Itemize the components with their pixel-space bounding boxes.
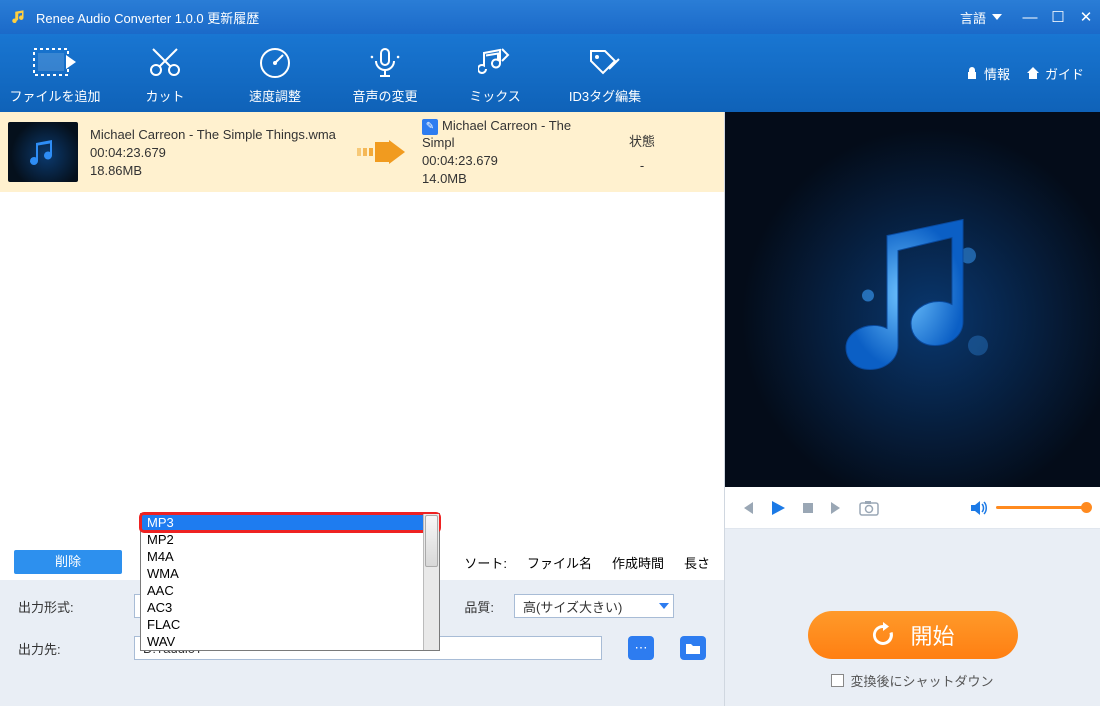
cut-button[interactable]: カット <box>110 42 220 105</box>
format-option-mp3[interactable]: MP3 <box>141 514 439 531</box>
toolbar: ファイルを追加 カット 速度調整 音声の変更 ミックス ID3タグ編集 情報 ガ… <box>0 34 1100 112</box>
format-option-wav[interactable]: WAV <box>141 633 439 650</box>
sort-by-created[interactable]: 作成時間 <box>612 553 664 572</box>
start-button[interactable]: 開始 <box>808 611 1018 659</box>
prev-button[interactable] <box>739 500 755 516</box>
sort-by-name[interactable]: ファイル名 <box>527 553 592 572</box>
quality-value: 高(サイズ大きい) <box>523 597 622 616</box>
state-column: 状態 - <box>602 131 682 173</box>
snapshot-button[interactable] <box>859 500 879 516</box>
dest-info: ✎Michael Carreon - The Simpl 00:04:23.67… <box>422 118 602 186</box>
file-thumbnail <box>8 122 78 182</box>
state-value: - <box>602 158 682 173</box>
gauge-icon <box>257 45 293 79</box>
left-pane: Michael Carreon - The Simple Things.wma … <box>0 112 725 706</box>
maximize-button[interactable]: ☐ <box>1044 8 1072 26</box>
guide-link[interactable]: ガイド <box>1026 64 1084 83</box>
more-button[interactable]: ⋯ <box>628 636 654 660</box>
format-dropdown-list[interactable]: MP3 MP2 M4A WMA AAC AC3 FLAC WAV <box>140 513 440 651</box>
speaker-icon <box>970 500 988 516</box>
chevron-down-icon <box>992 14 1002 20</box>
source-size: 18.86MB <box>90 163 350 178</box>
volume-slider[interactable] <box>996 506 1086 509</box>
dest-filename: Michael Carreon - The Simpl <box>422 118 571 150</box>
close-button[interactable]: ✕ <box>1072 8 1100 26</box>
source-info: Michael Carreon - The Simple Things.wma … <box>90 127 350 178</box>
sort-label: ソート: <box>464 553 507 572</box>
format-option-aac[interactable]: AAC <box>141 582 439 599</box>
home-icon <box>1026 66 1040 80</box>
format-option-ac3[interactable]: AC3 <box>141 599 439 616</box>
dest-size: 14.0MB <box>422 171 602 186</box>
sort-by-length[interactable]: 長さ <box>684 553 710 572</box>
output-format-label: 出力形式: <box>18 597 114 616</box>
checkbox-icon <box>831 674 844 687</box>
player-controls <box>725 487 1100 529</box>
quality-combo[interactable]: 高(サイズ大きい) <box>514 594 674 618</box>
source-filename: Michael Carreon - The Simple Things.wma <box>90 127 350 142</box>
dest-duration: 00:04:23.679 <box>422 153 602 168</box>
refresh-icon <box>870 622 896 648</box>
format-option-flac[interactable]: FLAC <box>141 616 439 633</box>
edit-icon[interactable]: ✎ <box>422 119 438 135</box>
mix-icon <box>478 45 512 79</box>
right-pane: 開始 変換後にシャットダウン <box>725 112 1100 706</box>
next-button[interactable] <box>829 500 845 516</box>
speed-button[interactable]: 速度調整 <box>220 42 330 105</box>
film-add-icon <box>32 45 78 79</box>
info-link[interactable]: 情報 <box>965 64 1010 83</box>
language-selector[interactable]: 言語 <box>960 8 1002 27</box>
id3-edit-button[interactable]: ID3タグ編集 <box>550 42 660 105</box>
music-note-icon <box>26 135 60 169</box>
dropdown-scrollbar[interactable] <box>423 514 439 650</box>
source-duration: 00:04:23.679 <box>90 145 350 160</box>
state-header: 状態 <box>602 131 682 150</box>
shutdown-checkbox[interactable]: 変換後にシャットダウン <box>831 671 993 690</box>
scissors-icon <box>147 45 183 79</box>
voice-change-button[interactable]: 音声の変更 <box>330 42 440 105</box>
microphone-icon <box>367 45 403 79</box>
mix-button[interactable]: ミックス <box>440 42 550 105</box>
format-option-wma[interactable]: WMA <box>141 565 439 582</box>
file-row[interactable]: Michael Carreon - The Simple Things.wma … <box>0 112 724 192</box>
output-path-label: 出力先: <box>18 639 114 658</box>
delete-button[interactable]: 削除 <box>14 550 122 574</box>
main-area: Michael Carreon - The Simple Things.wma … <box>0 112 1100 706</box>
language-label: 言語 <box>960 8 986 27</box>
music-note-large-icon <box>828 195 998 385</box>
browse-folder-button[interactable] <box>680 636 706 660</box>
arrow-icon <box>350 138 410 166</box>
volume-control[interactable] <box>970 500 1086 516</box>
format-option-m4a[interactable]: M4A <box>141 548 439 565</box>
minimize-button[interactable]: — <box>1016 9 1044 26</box>
lock-icon <box>965 66 979 80</box>
stop-button[interactable] <box>801 501 815 515</box>
quality-label: 品質: <box>434 597 494 616</box>
preview-area <box>725 112 1100 487</box>
start-area: 開始 変換後にシャットダウン <box>725 529 1100 706</box>
folder-icon <box>686 642 700 654</box>
chevron-down-icon <box>659 603 669 609</box>
window-title: Renee Audio Converter 1.0.0 更新履歴 <box>36 8 960 27</box>
format-option-mp2[interactable]: MP2 <box>141 531 439 548</box>
play-button[interactable] <box>769 499 787 517</box>
add-file-button[interactable]: ファイルを追加 <box>0 42 110 105</box>
file-list-area: MP3 MP2 M4A WMA AAC AC3 FLAC WAV <box>0 192 724 544</box>
titlebar: Renee Audio Converter 1.0.0 更新履歴 言語 — ☐ … <box>0 0 1100 34</box>
app-logo-icon <box>10 8 28 26</box>
tag-edit-icon <box>587 45 623 79</box>
